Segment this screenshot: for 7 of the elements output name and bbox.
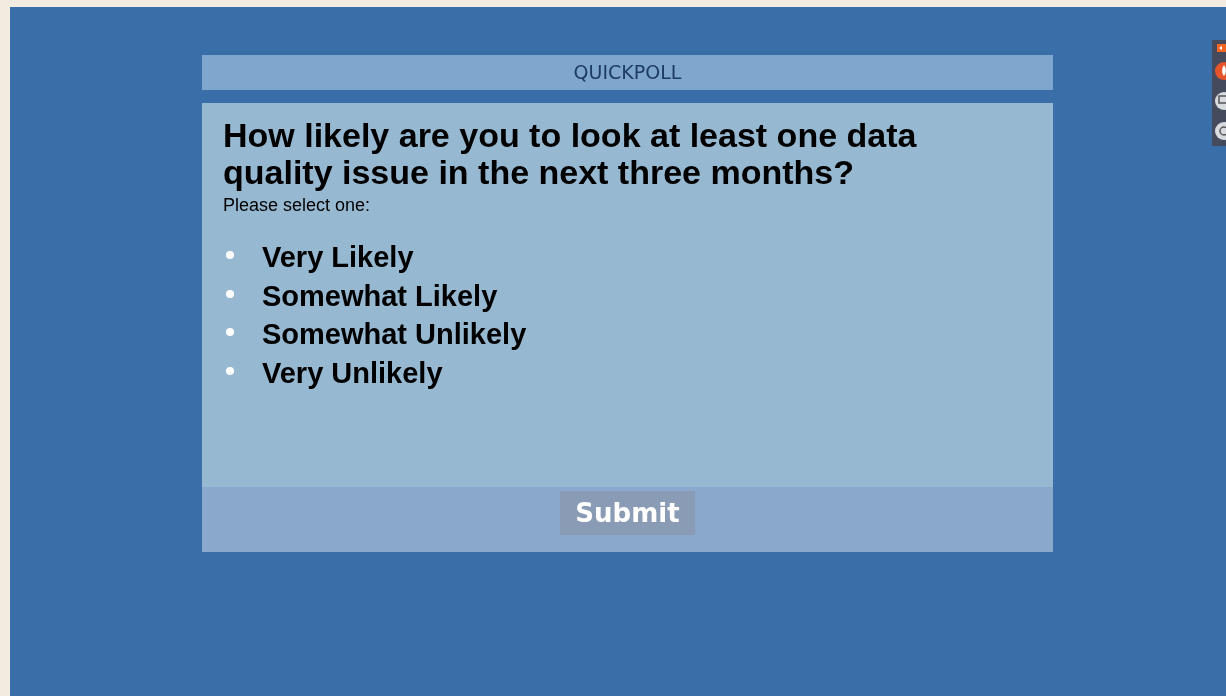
poll-header: QUICKPOLL	[202, 55, 1053, 90]
question-text: How likely are you to look at least one data quality issue in the next three months?	[223, 117, 918, 192]
bullet-icon	[226, 328, 234, 337]
instruction-text: Please select one:	[223, 193, 372, 217]
bullet-icon	[226, 251, 234, 260]
bullet-icon	[226, 289, 234, 298]
bullet-icon	[226, 366, 234, 375]
